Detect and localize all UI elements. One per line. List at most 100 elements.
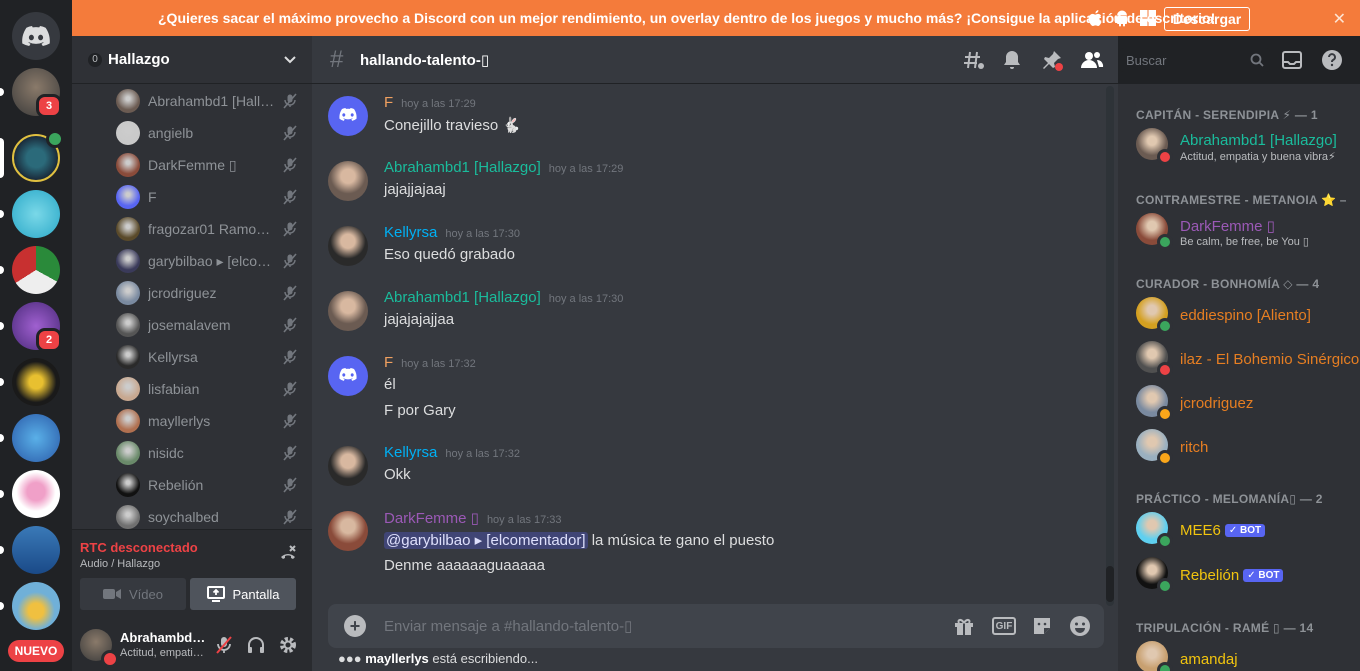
download-button[interactable]: Descargar (1164, 7, 1250, 31)
voice-user[interactable]: nisidc (116, 438, 298, 468)
server-icon[interactable] (0, 246, 60, 294)
guild-header[interactable]: 0 Hallazgo (72, 36, 312, 84)
scrollbar-thumb[interactable] (1106, 566, 1114, 602)
server-icon[interactable] (0, 190, 60, 238)
member-item[interactable]: Rebelión ✓ BOT (1136, 553, 1360, 595)
member-item[interactable]: ilaz - El Bohemio Sinérgico (1136, 337, 1360, 379)
channel-title: hallando-talento-▯ (360, 52, 490, 69)
search-box[interactable] (1120, 48, 1270, 72)
video-button[interactable]: Vídeo (80, 578, 186, 610)
avatar[interactable] (328, 291, 368, 331)
scrollbar-track[interactable] (1106, 86, 1114, 606)
close-banner-icon[interactable]: ✕ (1333, 9, 1346, 29)
voice-user[interactable]: Kellyrsa (116, 342, 298, 372)
author-name[interactable]: DarkFemme ▯ (384, 510, 479, 527)
member-item[interactable]: Abrahambd1 [Hallazgo] Actitud, empatia y … (1136, 124, 1360, 166)
message-author[interactable]: Fhoy a las 17:32 (384, 354, 476, 371)
server-icon[interactable] (0, 470, 60, 518)
author-name[interactable]: F (384, 94, 393, 111)
voice-user[interactable]: josemalavem (116, 310, 298, 340)
unread-pill (0, 546, 4, 554)
voice-user[interactable]: Abrahambd1 [Hallazgo] (116, 86, 298, 116)
voice-user[interactable]: fragozar01 Ramon Fragoza (116, 214, 298, 244)
message-list: Fhoy a las 17:29 Conejillo travieso 🐇 Abra… (312, 84, 1118, 604)
member-status-text: Actitud, empatia y buena vibra⚡ (1180, 151, 1336, 163)
server-icon[interactable] (0, 582, 60, 630)
member-item[interactable]: eddiespino [Aliento] (1136, 293, 1360, 335)
sticker-icon[interactable] (1030, 614, 1054, 638)
home-button[interactable] (12, 12, 60, 60)
voice-user[interactable]: garybilbao ▸ [elcomentador] (116, 246, 298, 276)
new-badge[interactable]: NUEVO (8, 640, 64, 662)
voice-user[interactable]: soychalbed (116, 502, 298, 529)
presence-status-icon (1157, 450, 1173, 466)
voice-user-name: garybilbao ▸ [elcomentador] (148, 252, 276, 269)
threads-icon[interactable] (962, 48, 986, 72)
gif-picker-button[interactable]: GIF (992, 617, 1016, 635)
mic-muted-icon (283, 381, 297, 397)
inbox-icon[interactable] (1280, 48, 1304, 72)
avatar[interactable] (328, 356, 368, 396)
server-icon[interactable]: 3 (0, 68, 62, 118)
member-item[interactable]: MEE6 ✓ BOT (1136, 508, 1360, 550)
pin-icon[interactable] (1040, 48, 1064, 72)
avatar[interactable] (328, 446, 368, 486)
gift-icon[interactable] (952, 614, 976, 638)
member-item[interactable]: DarkFemme ▯ Be calm, be free, be You ▯ (1136, 209, 1360, 251)
message-input[interactable] (384, 616, 944, 636)
voice-user[interactable]: mayllerlys (116, 406, 298, 436)
message-author[interactable]: Kellyrsa hoy a las 17:32 (384, 444, 520, 461)
add-attachment-button[interactable]: + (344, 615, 366, 637)
author-name[interactable]: Kellyrsa (384, 224, 437, 241)
member-name-text: DarkFemme ▯ (1180, 218, 1275, 235)
avatar[interactable] (328, 161, 368, 201)
headphones-icon[interactable] (246, 635, 266, 655)
message-author[interactable]: Kellyrsa hoy a las 17:30 (384, 224, 520, 241)
search-input[interactable] (1126, 52, 1236, 68)
help-icon[interactable] (1320, 48, 1344, 72)
server-avatar (12, 246, 60, 294)
server-icon[interactable] (0, 358, 60, 406)
member-item[interactable]: ritch (1136, 425, 1360, 467)
avatar[interactable] (328, 96, 368, 136)
voice-speaker-icon (46, 130, 64, 148)
voice-user[interactable]: angielb (116, 118, 298, 148)
server-icon[interactable] (0, 526, 60, 574)
typing-text: está escribiendo... (432, 651, 538, 666)
message-author[interactable]: Abrahambd1 [Hallazgo] hoy a las 17:29 (384, 159, 623, 176)
author-name[interactable]: Kellyrsa (384, 444, 437, 461)
voice-user[interactable]: lisfabian (116, 374, 298, 404)
download-banner: ¿Quieres sacar el máximo provecho a Disc… (72, 0, 1360, 36)
avatar[interactable] (328, 511, 368, 551)
mic-muted-icon[interactable] (214, 635, 234, 655)
server-icon[interactable] (0, 130, 64, 182)
voice-user[interactable]: F (116, 182, 298, 212)
settings-gear-icon[interactable] (278, 635, 298, 655)
server-icon[interactable] (0, 414, 60, 462)
members-icon[interactable] (1080, 48, 1104, 72)
member-category-header: TRIPULACIÓN - RAMÉ ▯ — 14 (1136, 621, 1314, 635)
presence-status-icon (1157, 406, 1173, 422)
user-mention[interactable]: @garybilbao ▸ [elcomentador] (384, 532, 588, 549)
voice-user[interactable]: DarkFemme ▯ (116, 150, 298, 180)
emoji-icon[interactable] (1068, 614, 1092, 638)
screen-share-button[interactable]: Pantalla (190, 578, 296, 610)
voice-user[interactable]: Rebelión (116, 470, 298, 500)
message-author[interactable]: DarkFemme ▯ hoy a las 17:33 (384, 509, 562, 527)
disconnect-call-icon[interactable] (278, 544, 298, 564)
voice-user[interactable]: jcrodriguez (116, 278, 298, 308)
mic-muted-icon (283, 189, 297, 205)
server-icon[interactable]: 2 (0, 302, 62, 352)
member-item[interactable]: jcrodriguez (1136, 381, 1360, 423)
author-name[interactable]: F (384, 354, 393, 371)
member-item[interactable]: amandaj (1136, 637, 1360, 671)
windows-icon (1139, 9, 1157, 27)
typing-indicator: ●●● mayllerlys está escribiendo... (338, 651, 538, 666)
message-author[interactable]: Fhoy a las 17:29 (384, 94, 476, 111)
avatar[interactable] (328, 226, 368, 266)
message-author[interactable]: Abrahambd1 [Hallazgo] hoy a las 17:30 (384, 289, 623, 306)
message-text: Eso quedó grabado (384, 246, 515, 263)
author-name[interactable]: Abrahambd1 [Hallazgo] (384, 289, 541, 306)
bell-icon[interactable] (1000, 48, 1024, 72)
author-name[interactable]: Abrahambd1 [Hallazgo] (384, 159, 541, 176)
